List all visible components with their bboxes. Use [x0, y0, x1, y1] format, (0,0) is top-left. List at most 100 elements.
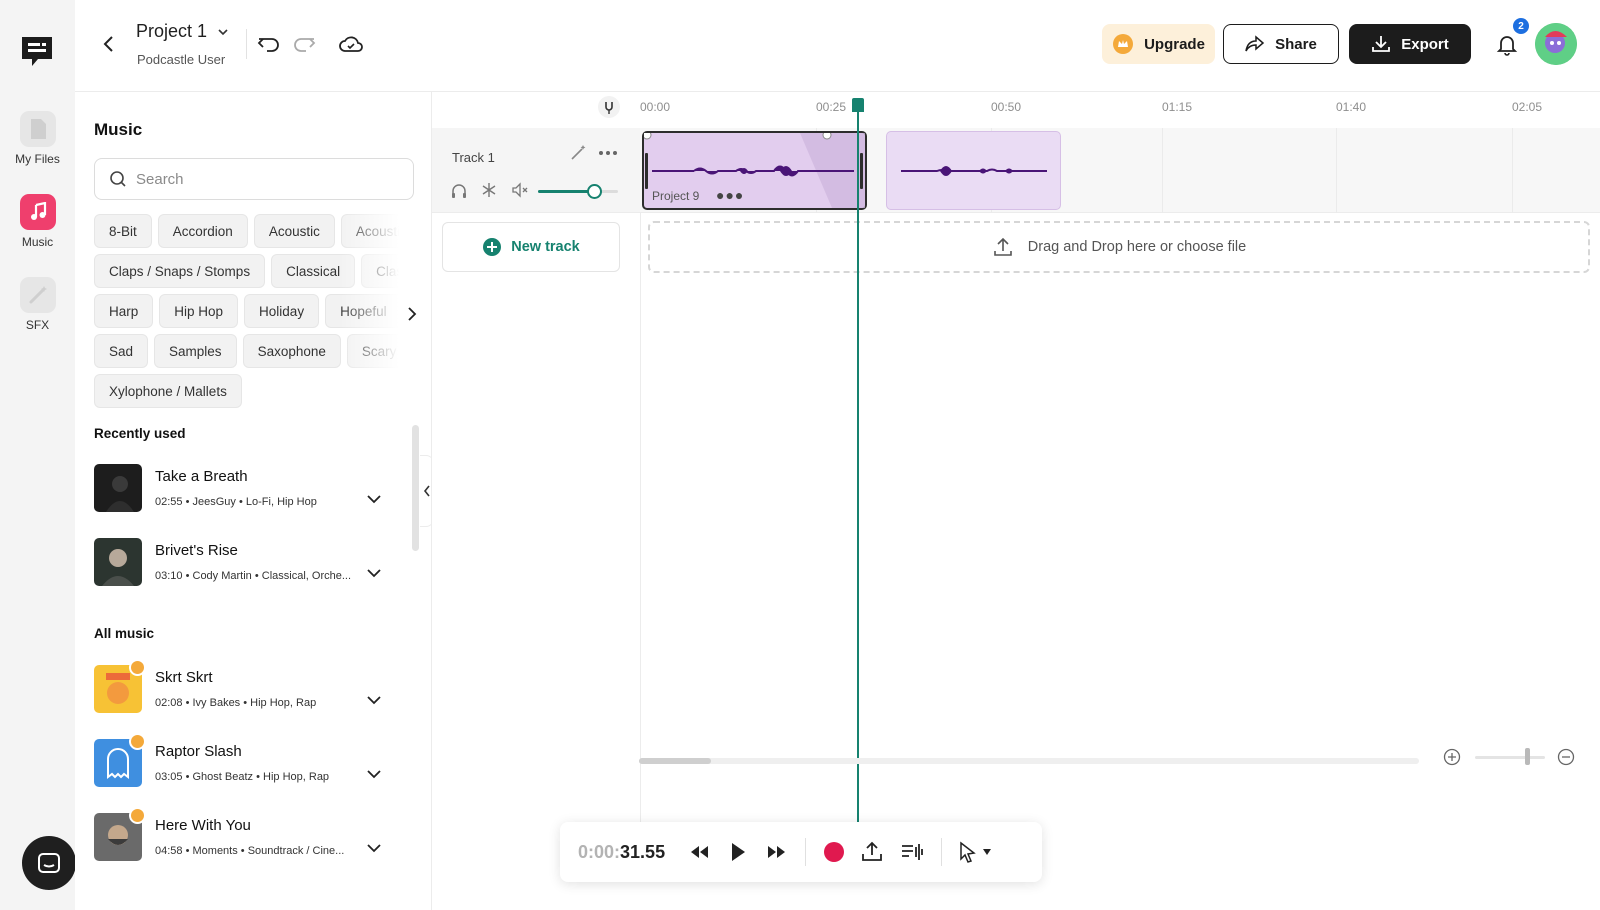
tag-chip[interactable]: Claps / Snaps / Stomps — [94, 254, 266, 288]
ruler-tick-label: 01:40 — [1336, 100, 1367, 114]
tag-chip[interactable]: Hip Hop — [159, 294, 239, 328]
project-title-dropdown[interactable]: Project 1 — [136, 21, 229, 42]
song-item[interactable]: Here With You 04:58 • Moments • Soundtra… — [94, 807, 394, 865]
notification-badge: 2 — [1513, 18, 1529, 34]
tag-chip[interactable]: Samples — [154, 334, 237, 368]
file-icon — [19, 111, 56, 147]
chevron-down-icon[interactable] — [365, 765, 383, 783]
rail-item-music[interactable]: Music — [0, 194, 75, 249]
zoom-slider[interactable] — [1475, 756, 1545, 759]
ruler-tick-label: 01:15 — [1162, 100, 1193, 114]
tag-chip[interactable]: Hopeful — [325, 294, 399, 328]
rail-item-sfx[interactable]: SFX — [0, 277, 75, 332]
upgrade-button[interactable]: Upgrade — [1102, 24, 1215, 64]
panel-title: Music — [94, 120, 143, 139]
record-button[interactable] — [821, 839, 847, 865]
song-item[interactable]: Brivet's Rise 03:10 • Cody Martin • Clas… — [94, 538, 394, 590]
tag-chip[interactable]: Scary — [346, 334, 399, 368]
premium-crown-icon — [129, 733, 146, 750]
song-item[interactable]: Skrt Skrt 02:08 • Ivy Bakes • Hip Hop, R… — [94, 659, 394, 717]
redo-icon[interactable] — [290, 30, 318, 58]
song-item[interactable]: Raptor Slash 03:05 • Ghost Beatz • Hip H… — [94, 733, 394, 791]
ruler-tick-label: 00:25 — [816, 100, 847, 114]
panel-scrollbar[interactable] — [412, 425, 419, 551]
playhead-handle[interactable] — [852, 98, 864, 112]
clip-more-icon[interactable]: ●●● — [716, 187, 744, 203]
all-music-label: All music — [94, 626, 155, 641]
podcastle-logo[interactable] — [18, 31, 56, 69]
tag-row: Sad Samples Saxophone Scary — [94, 334, 399, 368]
tag-row: Claps / Snaps / Stomps Classical Classic… — [94, 254, 399, 288]
export-button[interactable]: Export — [1349, 24, 1471, 64]
tag-chip[interactable]: Saxophone — [242, 334, 341, 368]
tag-chip[interactable]: Classical — [361, 254, 399, 288]
horizontal-scrollbar[interactable] — [639, 758, 1419, 764]
cloud-sync-icon[interactable] — [337, 30, 365, 58]
magic-wand-icon[interactable] — [569, 144, 587, 162]
playhead-line[interactable] — [857, 98, 859, 838]
fast-forward-button[interactable] — [764, 839, 790, 865]
audio-clip-selected[interactable]: Project 9 ●●● — [642, 131, 867, 210]
song-item[interactable]: Take a Breath 02:55 • JeesGuy • Lo-Fi, H… — [94, 464, 394, 516]
song-title: Brivet's Rise — [155, 542, 238, 559]
music-panel: Music 8-Bit Accordion Acoustic Acoustic … — [75, 92, 431, 910]
audio-levels-icon — [902, 844, 923, 860]
caret-down-icon — [983, 849, 991, 855]
grid-line — [1336, 128, 1337, 213]
track-name[interactable]: Track 1 — [452, 150, 495, 165]
tag-chip[interactable]: Sad — [94, 334, 149, 368]
download-icon — [1372, 36, 1391, 52]
volume-slider-knob[interactable] — [587, 184, 602, 199]
drop-zone[interactable]: Drag and Drop here or choose file — [648, 221, 1590, 273]
crown-icon — [1113, 34, 1134, 54]
zoom-slider-knob[interactable] — [1525, 748, 1530, 765]
search-box[interactable] — [94, 158, 414, 200]
upload-icon — [862, 841, 882, 861]
song-meta: 02:08 • Ivy Bakes • Hip Hop, Rap — [155, 697, 317, 709]
tag-chip[interactable]: 8-Bit — [94, 214, 152, 248]
tag-chip[interactable]: Harp — [94, 294, 154, 328]
volume-slider-fill — [538, 190, 594, 193]
upload-button[interactable] — [859, 839, 885, 865]
chevron-down-icon[interactable] — [365, 490, 383, 508]
horizontal-scrollbar-thumb[interactable] — [639, 758, 711, 764]
zoom-in-icon[interactable] — [1443, 748, 1461, 766]
snap-magnet-button[interactable] — [598, 96, 620, 118]
undo-icon[interactable] — [255, 30, 283, 58]
rail-item-label: SFX — [25, 318, 50, 332]
volume-slider[interactable] — [538, 184, 618, 199]
back-arrow-icon[interactable] — [97, 32, 121, 56]
tag-chip[interactable]: Accordion — [157, 214, 248, 248]
cursor-icon — [960, 841, 976, 863]
tag-chip[interactable]: Xylophone / Mallets — [94, 374, 242, 408]
tag-chip[interactable]: Acoustic — [253, 214, 335, 248]
audio-clip[interactable] — [886, 131, 1061, 210]
chevron-right-icon[interactable] — [403, 305, 421, 323]
track-column-border — [640, 213, 641, 843]
rail-item-my-files[interactable]: My Files — [0, 111, 75, 166]
tag-chip[interactable]: Holiday — [244, 294, 320, 328]
time-ruler[interactable]: 00:00 00:25 00:50 01:15 01:40 02:05 — [432, 92, 1600, 128]
audio-levels-button[interactable] — [900, 839, 926, 865]
rail-item-label: Music — [21, 235, 54, 249]
chevron-down-icon[interactable] — [365, 691, 383, 709]
search-input[interactable] — [136, 170, 386, 188]
new-track-button[interactable]: New track — [442, 222, 620, 272]
zoom-out-icon[interactable] — [1557, 748, 1575, 766]
top-header: Project 1 Podcastle User Upgrade Share E… — [75, 0, 1600, 92]
mute-icon[interactable] — [511, 182, 529, 198]
rewind-button[interactable] — [686, 839, 712, 865]
user-avatar[interactable] — [1535, 23, 1577, 65]
tool-dropdown-button[interactable] — [978, 839, 996, 865]
bell-icon[interactable] — [1493, 30, 1521, 58]
more-options-icon[interactable] — [598, 149, 618, 157]
tag-chip[interactable]: Classical — [271, 254, 356, 288]
share-button[interactable]: Share — [1223, 24, 1339, 64]
chevron-down-icon[interactable] — [365, 839, 383, 857]
chevron-down-icon[interactable] — [365, 564, 383, 582]
headphones-icon[interactable] — [450, 182, 468, 200]
tag-chip[interactable]: Acoustic — [340, 214, 399, 248]
play-button[interactable] — [725, 839, 751, 865]
chat-support-button[interactable] — [22, 836, 76, 890]
freeze-icon[interactable] — [481, 182, 497, 198]
